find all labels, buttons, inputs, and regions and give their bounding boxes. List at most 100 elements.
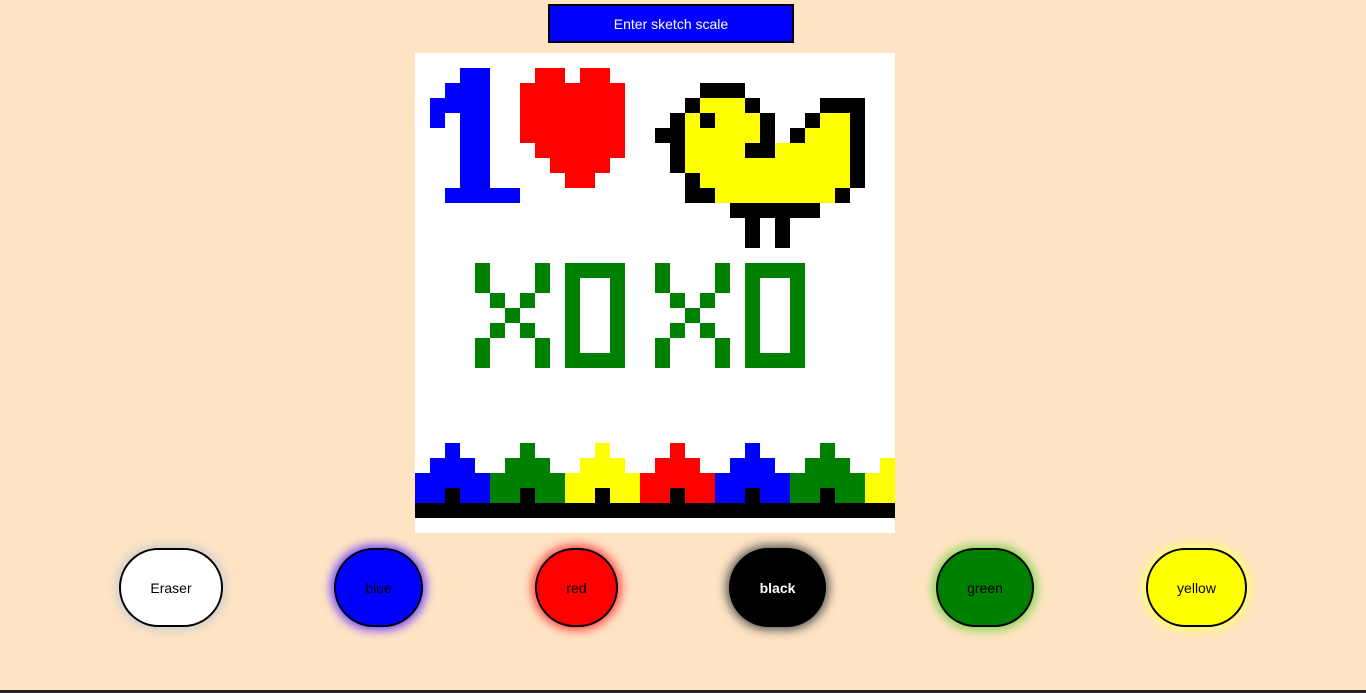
sketch-pixel[interactable] (820, 458, 835, 473)
sketch-pixel[interactable] (715, 503, 730, 518)
sketch-pixel[interactable] (715, 83, 730, 98)
sketch-pixel[interactable] (685, 188, 700, 203)
sketch-pixel[interactable] (820, 158, 835, 173)
sketch-pixel[interactable] (670, 113, 685, 128)
sketch-pixel[interactable] (565, 173, 580, 188)
sketch-pixel[interactable] (760, 263, 775, 278)
sketch-pixel[interactable] (430, 503, 445, 518)
sketch-pixel[interactable] (610, 113, 625, 128)
sketch-pixel[interactable] (775, 218, 790, 233)
sketch-pixel[interactable] (610, 263, 625, 278)
sketch-pixel[interactable] (520, 323, 535, 338)
sketch-pixel[interactable] (715, 98, 730, 113)
sketch-pixel[interactable] (535, 68, 550, 83)
sketch-pixel[interactable] (505, 458, 520, 473)
sketch-pixel[interactable] (760, 188, 775, 203)
sketch-pixel[interactable] (850, 158, 865, 173)
sketch-pixel[interactable] (490, 293, 505, 308)
sketch-pixel[interactable] (430, 98, 445, 113)
sketch-pixel[interactable] (850, 503, 865, 518)
sketch-pixel[interactable] (670, 488, 685, 503)
sketch-pixel[interactable] (745, 128, 760, 143)
sketch-pixel[interactable] (685, 473, 700, 488)
sketch-pixel[interactable] (700, 158, 715, 173)
sketch-pixel[interactable] (685, 503, 700, 518)
sketch-pixel[interactable] (805, 113, 820, 128)
sketch-pixel[interactable] (550, 473, 565, 488)
sketch-pixel[interactable] (565, 143, 580, 158)
sketch-pixel[interactable] (460, 143, 475, 158)
sketch-pixel[interactable] (610, 308, 625, 323)
sketch-pixel[interactable] (490, 488, 505, 503)
sketch-pixel[interactable] (415, 473, 430, 488)
sketch-pixel[interactable] (565, 338, 580, 353)
sketch-pixel[interactable] (760, 353, 775, 368)
sketch-pixel[interactable] (580, 503, 595, 518)
sketch-pixel[interactable] (610, 323, 625, 338)
sketch-pixel[interactable] (580, 68, 595, 83)
sketch-pixel[interactable] (805, 503, 820, 518)
sketch-pixel[interactable] (580, 473, 595, 488)
sketch-pixel[interactable] (445, 83, 460, 98)
sketch-pixel[interactable] (790, 488, 805, 503)
sketch-pixel[interactable] (865, 503, 880, 518)
sketch-pixel[interactable] (745, 278, 760, 293)
sketch-pixel[interactable] (775, 488, 790, 503)
sketch-pixel[interactable] (415, 503, 430, 518)
sketch-pixel[interactable] (850, 128, 865, 143)
sketch-pixel[interactable] (610, 503, 625, 518)
sketch-pixel[interactable] (565, 113, 580, 128)
sketch-pixel[interactable] (595, 98, 610, 113)
sketch-pixel[interactable] (610, 338, 625, 353)
sketch-pixel[interactable] (430, 113, 445, 128)
sketch-pixel[interactable] (745, 233, 760, 248)
sketch-pixel[interactable] (565, 128, 580, 143)
sketch-pixel[interactable] (745, 308, 760, 323)
sketch-pixel[interactable] (640, 473, 655, 488)
sketch-pixel[interactable] (610, 143, 625, 158)
sketch-pixel[interactable] (805, 143, 820, 158)
sketch-pixel[interactable] (790, 338, 805, 353)
sketch-pixel[interactable] (475, 263, 490, 278)
sketch-pixel[interactable] (565, 98, 580, 113)
sketch-pixel[interactable] (700, 128, 715, 143)
sketch-pixel[interactable] (580, 458, 595, 473)
sketch-pixel[interactable] (535, 143, 550, 158)
sketch-pixel[interactable] (520, 458, 535, 473)
sketch-pixel[interactable] (760, 203, 775, 218)
sketch-pixel[interactable] (790, 293, 805, 308)
sketch-pixel[interactable] (730, 143, 745, 158)
sketch-pixel[interactable] (505, 188, 520, 203)
sketch-pixel[interactable] (655, 278, 670, 293)
sketch-pixel[interactable] (460, 158, 475, 173)
sketch-pixel[interactable] (475, 278, 490, 293)
sketch-pixel[interactable] (490, 188, 505, 203)
yellow-color-button[interactable]: yellow (1146, 548, 1247, 627)
sketch-pixel[interactable] (595, 443, 610, 458)
sketch-pixel[interactable] (610, 98, 625, 113)
sketch-pixel[interactable] (850, 488, 865, 503)
sketch-pixel[interactable] (535, 128, 550, 143)
sketch-pixel[interactable] (475, 113, 490, 128)
sketch-pixel[interactable] (580, 173, 595, 188)
sketch-pixel[interactable] (835, 98, 850, 113)
sketch-canvas[interactable] (415, 53, 895, 533)
sketch-pixel[interactable] (490, 323, 505, 338)
sketch-pixel[interactable] (790, 173, 805, 188)
sketch-pixel[interactable] (520, 113, 535, 128)
sketch-pixel[interactable] (550, 83, 565, 98)
sketch-pixel[interactable] (580, 353, 595, 368)
sketch-pixel[interactable] (490, 473, 505, 488)
sketch-pixel[interactable] (820, 98, 835, 113)
sketch-pixel[interactable] (565, 323, 580, 338)
sketch-pixel[interactable] (715, 473, 730, 488)
sketch-pixel[interactable] (745, 143, 760, 158)
sketch-pixel[interactable] (670, 503, 685, 518)
sketch-pixel[interactable] (595, 503, 610, 518)
sketch-pixel[interactable] (850, 473, 865, 488)
sketch-pixel[interactable] (610, 293, 625, 308)
sketch-pixel[interactable] (745, 353, 760, 368)
sketch-pixel[interactable] (790, 278, 805, 293)
sketch-pixel[interactable] (475, 353, 490, 368)
sketch-pixel[interactable] (430, 458, 445, 473)
